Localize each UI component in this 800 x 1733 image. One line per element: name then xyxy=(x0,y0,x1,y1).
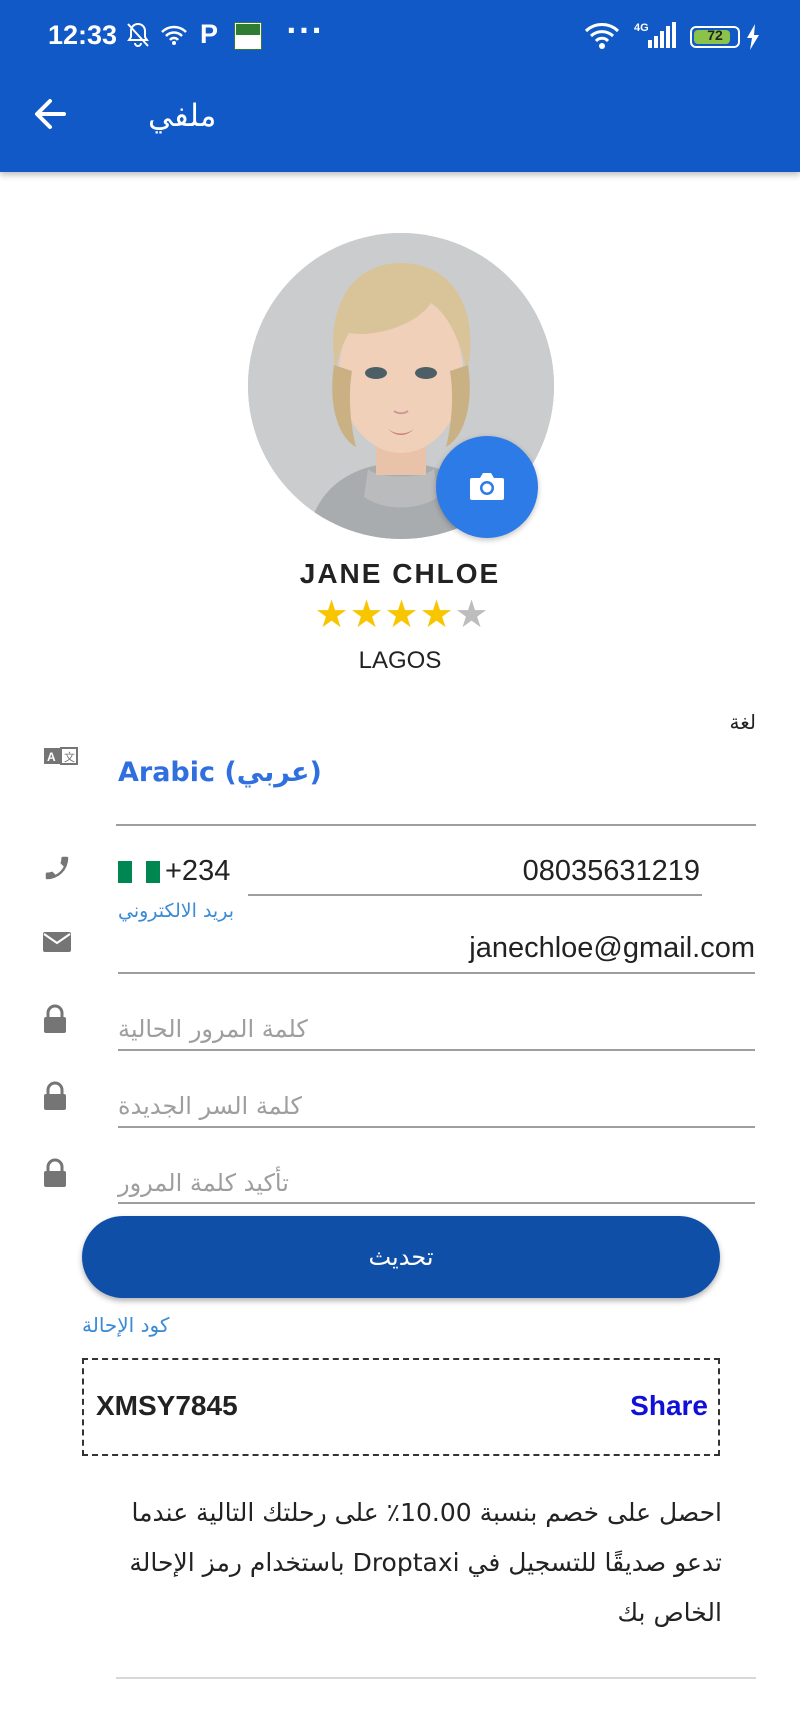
bottom-divider xyxy=(116,1677,756,1679)
svg-text:A: A xyxy=(47,750,56,764)
new-password-underline xyxy=(118,1126,755,1128)
lock-icon xyxy=(42,1081,68,1115)
battery-level: 72 xyxy=(707,27,723,43)
wifi-icon xyxy=(584,22,620,54)
current-password-underline xyxy=(118,1049,755,1051)
page-title: ملفي xyxy=(148,98,217,134)
language-underline xyxy=(116,824,756,826)
cellular-signal-icon: 4G xyxy=(634,20,678,54)
star-filled-icon: ★ xyxy=(349,592,384,636)
svg-text:4G: 4G xyxy=(634,22,649,34)
new-password-input[interactable]: كلمة السر الجديدة xyxy=(118,1092,755,1120)
confirm-password-input[interactable]: تأكيد كلمة المرور xyxy=(118,1169,755,1197)
change-photo-button[interactable] xyxy=(436,436,538,538)
app-header: 12:33 P ··· 4G 72 ملفي xyxy=(0,0,800,172)
phone-underline xyxy=(248,894,702,896)
language-label: لغة xyxy=(729,710,756,734)
email-input[interactable]: janechloe@gmail.com xyxy=(118,932,755,965)
phone-input[interactable]: 08035631219 xyxy=(248,855,700,888)
back-arrow-icon[interactable] xyxy=(30,94,70,134)
referral-box: XMSY7845 Share xyxy=(82,1358,720,1456)
translate-icon: A文 xyxy=(44,746,78,770)
rating-stars: ★ ★ ★ ★ ★ xyxy=(314,592,489,636)
email-underline xyxy=(118,972,755,974)
star-filled-icon: ★ xyxy=(384,592,419,636)
referral-label: كود الإحالة xyxy=(82,1313,170,1337)
phone-icon xyxy=(42,853,72,887)
jamb-app-icon xyxy=(234,22,262,50)
wifi-small-icon xyxy=(160,24,188,50)
status-time: 12:33 xyxy=(48,20,118,50)
current-password-input[interactable]: كلمة المرور الحالية xyxy=(118,1015,755,1043)
parking-icon: P xyxy=(200,19,219,49)
charging-bolt-icon xyxy=(746,24,760,54)
referral-code: XMSY7845 xyxy=(96,1390,238,1421)
email-label: بريد الالكتروني xyxy=(118,900,234,922)
country-code[interactable]: +234 xyxy=(165,855,230,888)
battery-icon: 72 xyxy=(690,26,740,48)
more-notifications-icon: ··· xyxy=(286,14,324,47)
status-bar: 12:33 P ··· 4G 72 xyxy=(0,0,800,76)
confirm-password-underline xyxy=(118,1202,755,1204)
star-empty-icon: ★ xyxy=(454,592,489,636)
profile-name: JANE CHLOE xyxy=(299,558,501,589)
share-button[interactable]: Share xyxy=(630,1390,708,1422)
mute-bell-icon xyxy=(126,22,150,52)
update-button[interactable]: تحديث xyxy=(82,1216,720,1298)
lock-icon xyxy=(42,1004,68,1038)
email-icon xyxy=(42,930,72,958)
nigeria-flag-icon[interactable] xyxy=(118,861,160,883)
camera-icon xyxy=(468,470,506,506)
referral-promo-text: احصل على خصم بنسبة 10.00٪ على رحلتك التا… xyxy=(129,1498,722,1627)
star-filled-icon: ★ xyxy=(314,592,349,636)
svg-text:文: 文 xyxy=(64,750,75,764)
lock-icon xyxy=(42,1158,68,1192)
profile-city: LAGOS xyxy=(358,647,442,674)
star-filled-icon: ★ xyxy=(419,592,454,636)
language-select[interactable]: Arabic (عربي) xyxy=(118,757,322,788)
